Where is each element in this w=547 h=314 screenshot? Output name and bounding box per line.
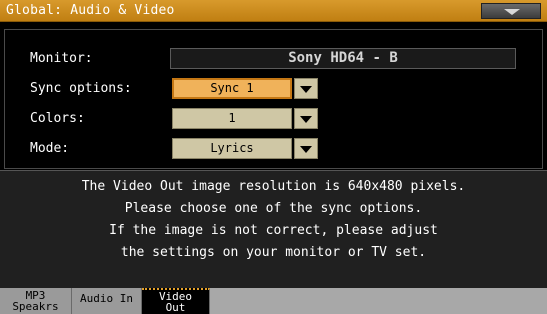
mode-dropdown-button[interactable] <box>294 138 318 159</box>
info-message-area: The Video Out image resolution is 640x48… <box>0 170 547 288</box>
mode-value[interactable]: Lyrics <box>172 138 292 159</box>
sync-options-value[interactable]: Sync 1 <box>172 78 292 99</box>
tab-mp3-speakers[interactable]: MP3 Speakrs <box>0 288 72 314</box>
mode-label: Mode: <box>30 141 70 156</box>
tab-bar: MP3 Speakrs Audio In Video Out <box>0 288 547 314</box>
tab-label-line2: Out <box>165 301 186 314</box>
sync-options-dropdown-button[interactable] <box>294 78 318 99</box>
colors-label: Colors: <box>30 111 85 126</box>
tab-audio-in[interactable]: Audio In <box>72 288 142 314</box>
mode-select[interactable]: Lyrics <box>172 138 318 159</box>
chevron-down-icon <box>300 116 312 123</box>
sync-options-select[interactable]: Sync 1 <box>172 78 318 99</box>
info-line: Please choose one of the sync options. <box>124 201 423 216</box>
chevron-down-icon <box>300 146 312 153</box>
page-menu-button[interactable] <box>481 3 541 19</box>
info-line: If the image is not correct, please adju… <box>109 223 438 238</box>
colors-select[interactable]: 1 <box>172 108 318 129</box>
colors-dropdown-button[interactable] <box>294 108 318 129</box>
title-bar: Global: Audio & Video <box>0 0 547 22</box>
colors-value[interactable]: 1 <box>172 108 292 129</box>
page-title: Global: Audio & Video <box>6 3 175 18</box>
sync-options-label: Sync options: <box>30 81 132 96</box>
tab-video-out[interactable]: Video Out <box>142 288 210 314</box>
chevron-down-icon <box>300 86 312 93</box>
monitor-label: Monitor: <box>30 51 93 66</box>
tab-label-line1: Audio In <box>80 292 133 305</box>
info-line: The Video Out image resolution is 640x48… <box>81 179 466 194</box>
monitor-value[interactable]: Sony HD64 - B <box>170 48 516 69</box>
tab-label-line2: Speakrs <box>12 300 59 313</box>
chevron-down-icon <box>504 9 520 15</box>
info-line: the settings on your monitor or TV set. <box>120 245 427 260</box>
